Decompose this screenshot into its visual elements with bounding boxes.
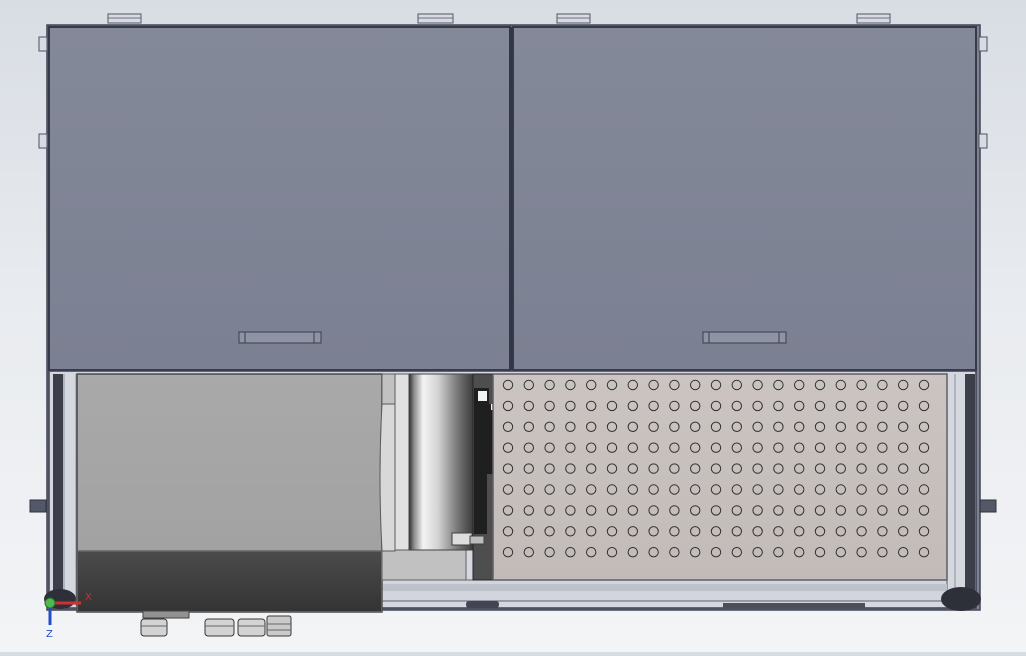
z-axis-label: Z [46,629,53,640]
front-door-right [512,26,977,371]
cad-viewport[interactable]: X Z [0,0,1026,652]
cad-scene: X Z [29,13,997,640]
perforated-plate [492,373,948,581]
x-axis-label: X [85,592,92,603]
top-hinge-tabs [107,13,891,24]
front-door-left [48,26,511,371]
rotary-chuck [379,373,508,581]
